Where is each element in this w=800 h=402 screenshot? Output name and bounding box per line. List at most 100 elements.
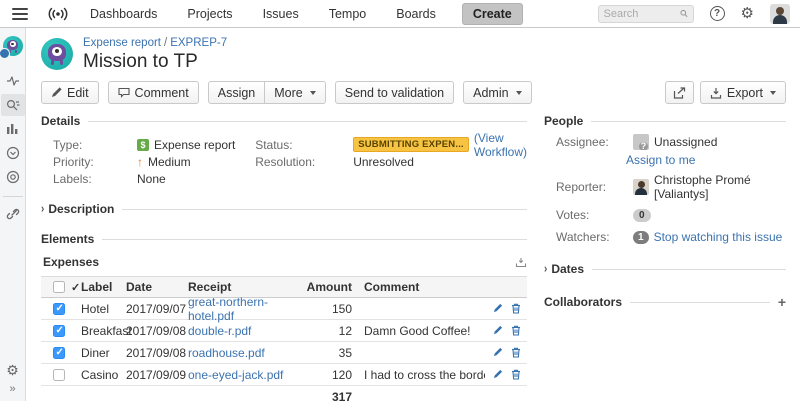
activity-icon[interactable] <box>1 70 25 92</box>
edit-row-icon[interactable] <box>493 325 503 336</box>
settings-gear-icon[interactable]: ⚙ <box>6 363 19 377</box>
share-button[interactable] <box>665 81 694 104</box>
expenses-table: ✓ Label Date Receipt Amount Comment Hote… <box>41 276 527 402</box>
delete-row-icon[interactable] <box>511 325 521 336</box>
row-checkbox[interactable] <box>53 325 65 337</box>
breadcrumb-separator: / <box>164 37 167 49</box>
assign-button[interactable]: Assign <box>208 81 266 104</box>
elements-section-heading: Elements <box>41 232 527 246</box>
dates-section-heading[interactable]: ›Dates <box>544 262 786 276</box>
edit-row-icon[interactable] <box>493 303 503 314</box>
reporter-avatar <box>633 179 649 195</box>
expense-comment: Damn Good Coffee! <box>364 324 485 338</box>
status-label: Status: <box>255 138 353 152</box>
edit-button[interactable]: Edit <box>41 81 99 104</box>
label-column-header: Label <box>81 280 126 294</box>
admin-button[interactable]: Admin <box>463 81 531 104</box>
labels-value: None <box>137 172 166 186</box>
people-section-heading: People <box>544 114 786 128</box>
app-logo[interactable] <box>46 6 70 22</box>
project-avatar[interactable] <box>3 36 23 56</box>
reports-icon[interactable] <box>1 118 25 140</box>
search-icon <box>680 8 688 19</box>
assign-to-me-link[interactable]: Assign to me <box>626 153 695 167</box>
date-column-header: Date <box>126 280 188 294</box>
receipt-link[interactable]: one-eyed-jack.pdf <box>188 368 283 382</box>
reporter-label: Reporter: <box>556 180 633 194</box>
watchers-badge[interactable]: 1 <box>633 231 649 244</box>
votes-badge[interactable]: 0 <box>633 209 651 222</box>
row-checkbox[interactable] <box>53 347 65 359</box>
row-checkbox[interactable] <box>53 303 65 315</box>
help-icon[interactable]: ? <box>710 6 725 21</box>
details-section-heading: Details <box>41 114 527 128</box>
table-total-row: 317 <box>41 386 527 402</box>
search-input[interactable] <box>604 8 680 20</box>
chevron-down-icon <box>310 91 316 95</box>
time-icon[interactable] <box>1 142 25 164</box>
menu-hamburger-icon[interactable] <box>12 8 28 20</box>
expand-icon[interactable]: » <box>9 383 15 395</box>
expense-amount: 120 <box>291 368 364 382</box>
reporter-value: Christophe Promé [Valiantys] <box>654 173 786 201</box>
expense-date: 2017/09/08 <box>126 346 188 360</box>
delete-row-icon[interactable] <box>511 347 521 358</box>
select-all-checkbox[interactable] <box>53 281 65 293</box>
expense-date: 2017/09/09 <box>126 368 188 382</box>
table-row: Casino 2017/09/09 one-eyed-jack.pdf 120 … <box>41 364 527 386</box>
export-table-icon[interactable] <box>515 256 527 268</box>
expense-label: Breakfast <box>81 324 126 338</box>
expense-comment: I had to cross the border, but worth it! <box>364 368 485 382</box>
delete-row-icon[interactable] <box>511 369 521 380</box>
breadcrumb-issue-key-link[interactable]: EXPREP-7 <box>170 37 227 49</box>
view-workflow-link[interactable]: (View Workflow) <box>474 131 527 159</box>
chevron-right-icon: › <box>544 262 547 275</box>
table-row: Hotel 2017/09/07 great-northern-hotel.pd… <box>41 298 527 320</box>
nav-item-projects[interactable]: Projects <box>187 7 232 21</box>
delete-row-icon[interactable] <box>511 303 521 314</box>
breadcrumb-project-link[interactable]: Expense report <box>83 37 161 49</box>
create-button[interactable]: Create <box>462 3 523 25</box>
stop-watching-link[interactable]: Stop watching this issue <box>654 230 783 244</box>
assignee-value: Unassigned <box>654 135 717 149</box>
search-issues-icon[interactable] <box>1 94 25 116</box>
watchers-label: Watchers: <box>556 230 633 244</box>
status-badge: SUBMITTING EXPEN... <box>353 137 469 152</box>
comment-column-header: Comment <box>364 280 485 294</box>
labels-label: Labels: <box>53 172 137 186</box>
nav-menu: Dashboards Projects Issues Tempo Boards <box>90 7 436 21</box>
gear-icon[interactable]: ⚙ <box>741 6 754 21</box>
top-navigation: Dashboards Projects Issues Tempo Boards … <box>0 0 800 28</box>
nav-item-tempo[interactable]: Tempo <box>329 7 367 21</box>
collaborators-section-heading: Collaborators+ <box>544 295 786 309</box>
edit-row-icon[interactable] <box>493 347 503 358</box>
export-button[interactable]: Export <box>700 81 786 104</box>
nav-item-dashboards[interactable]: Dashboards <box>90 7 157 21</box>
description-section-heading[interactable]: ›Description <box>41 202 527 216</box>
comment-button[interactable]: Comment <box>108 81 199 104</box>
receipt-link[interactable]: roadhouse.pdf <box>188 346 265 360</box>
more-button[interactable]: More <box>265 81 325 104</box>
releases-icon[interactable] <box>1 166 25 188</box>
row-checkbox[interactable] <box>53 369 65 381</box>
user-avatar[interactable] <box>770 4 790 24</box>
expense-label: Diner <box>81 346 126 360</box>
send-to-validation-button[interactable]: Send to validation <box>335 81 454 104</box>
download-icon <box>710 87 722 99</box>
comment-bubble-icon <box>118 87 130 98</box>
search-box[interactable] <box>598 5 694 23</box>
assignee-label: Assignee: <box>556 135 633 149</box>
receipt-column-header: Receipt <box>188 280 291 294</box>
nav-item-issues[interactable]: Issues <box>263 7 299 21</box>
receipt-link[interactable]: great-northern-hotel.pdf <box>188 295 268 323</box>
expense-label: Hotel <box>81 302 126 316</box>
add-collaborator-button[interactable]: + <box>778 295 786 309</box>
expenses-heading: Expenses <box>43 255 99 269</box>
expense-report-type-icon: $ <box>137 139 149 151</box>
nav-item-boards[interactable]: Boards <box>396 7 436 21</box>
link-icon[interactable] <box>1 203 25 225</box>
total-amount: 317 <box>291 390 364 402</box>
receipt-link[interactable]: double-r.pdf <box>188 324 251 338</box>
chevron-right-icon: › <box>41 202 44 215</box>
edit-row-icon[interactable] <box>493 369 503 380</box>
